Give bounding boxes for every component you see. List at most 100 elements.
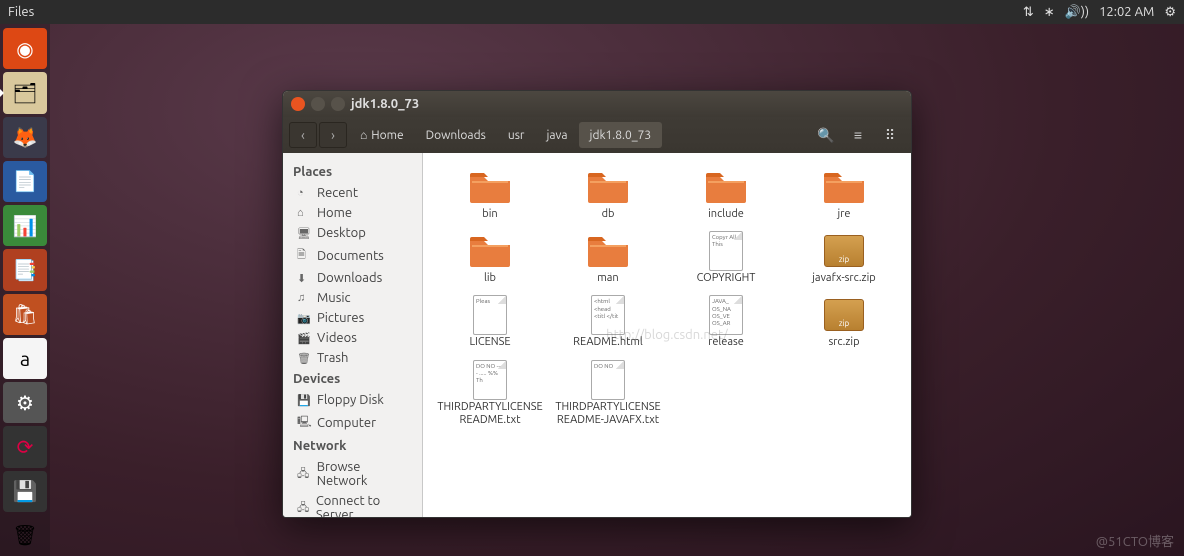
breadcrumb-jdk1.8.0_73[interactable]: jdk1.8.0_73 [579, 122, 663, 148]
browse-network-icon: 🖧 [297, 465, 311, 484]
sidebar-head-network: Network [283, 435, 422, 457]
watermark: @51CTO博客 [1096, 531, 1174, 550]
breadcrumb-usr[interactable]: usr [497, 122, 536, 148]
file-label: THIRDPARTYLICENSEREADME.txt [435, 401, 545, 427]
music-icon: ♫ [297, 292, 311, 304]
window-title: jdk1.8.0_73 [351, 97, 419, 111]
launcher-software-updater[interactable]: ⟳ [3, 426, 47, 467]
sidebar: Places◔Recent⌂Home🖥Desktop🗎Documents⬇Dow… [283, 153, 423, 517]
sidebar-item-browse-network[interactable]: 🖧 Browse Network [283, 457, 422, 491]
launcher-software-center[interactable]: 🛍 [3, 294, 47, 335]
file-label: jre [838, 208, 851, 221]
file-item-lib[interactable]: lib [431, 229, 549, 289]
sidebar-item-connect-to-server[interactable]: 🖧 Connect to Server [283, 491, 422, 517]
icon-view-button[interactable]: ⠿ [875, 122, 905, 148]
sidebar-item-label: Connect to Server [316, 494, 412, 517]
file-label: README.html [573, 336, 643, 349]
file-item-include[interactable]: include [667, 165, 785, 225]
breadcrumb-label: Home [371, 129, 403, 142]
text-icon: Copyr All r This [704, 233, 748, 269]
breadcrumb-label: jdk1.8.0_73 [590, 129, 652, 142]
sidebar-item-label: Documents [317, 249, 384, 263]
folder-icon [468, 233, 512, 269]
text-icon: JAVA_ OS_NA OS_VE OS_AR [704, 297, 748, 333]
sidebar-item-pictures[interactable]: 📷Pictures [283, 308, 422, 328]
bluetooth-indicator[interactable]: ∗ [1044, 5, 1055, 20]
launcher-files-app[interactable]: 🗂 [3, 72, 47, 113]
sidebar-item-recent[interactable]: ◔Recent [283, 183, 422, 203]
file-item-man[interactable]: man [549, 229, 667, 289]
launcher-amazon[interactable]: a [3, 338, 47, 379]
documents-icon: 🗎 [297, 246, 311, 265]
sidebar-item-label: Recent [317, 186, 358, 200]
folder-icon [468, 169, 512, 205]
sidebar-item-label: Floppy Disk [317, 393, 384, 407]
launcher-settings[interactable]: ⚙ [3, 382, 47, 423]
breadcrumb-label: Downloads [426, 129, 486, 142]
breadcrumb-home[interactable]: ⌂ Home [349, 122, 415, 148]
sidebar-item-music[interactable]: ♫ Music [283, 288, 422, 308]
sidebar-item-downloads[interactable]: ⬇Downloads [283, 268, 422, 288]
videos-icon: 🎬 [297, 332, 311, 345]
search-button[interactable]: 🔍 [811, 122, 841, 148]
file-item-release[interactable]: JAVA_ OS_NA OS_VE OS_ARrelease [667, 293, 785, 353]
file-item-thirdpartylicensereadme-txt[interactable]: DO NO ----- ..... %% ThTHIRDPARTYLICENSE… [431, 358, 549, 431]
file-item-thirdpartylicensereadme-javafx-txt[interactable]: DO NOTHIRDPARTYLICENSEREADME-JAVAFX.txt [549, 358, 667, 431]
file-item-readme-html[interactable]: <html <head <titl </tit README.html [549, 293, 667, 353]
launcher-calc[interactable]: 📊 [3, 205, 47, 246]
file-label: db [602, 208, 615, 221]
file-item-db[interactable]: db [549, 165, 667, 225]
system-gear-icon[interactable]: ⚙ [1164, 5, 1176, 20]
launcher-firefox[interactable]: 🦊 [3, 117, 47, 158]
sidebar-item-videos[interactable]: 🎬 Videos [283, 328, 422, 348]
text-icon: <html <head <titl </tit [586, 297, 630, 333]
back-button[interactable]: ‹ [289, 122, 317, 148]
file-label: THIRDPARTYLICENSEREADME-JAVAFX.txt [553, 401, 663, 427]
sidebar-item-trash[interactable]: 🗑Trash [283, 348, 422, 368]
file-item-src-zip[interactable]: zipsrc.zip [785, 293, 903, 353]
file-item-jre[interactable]: jre [785, 165, 903, 225]
folder-icon [822, 169, 866, 205]
sidebar-item-floppy-disk[interactable]: 💾Floppy Disk [283, 390, 422, 410]
network-indicator[interactable]: ⇅ [1023, 5, 1034, 20]
sidebar-item-documents[interactable]: 🗎 Documents [283, 243, 422, 268]
titlebar[interactable]: jdk1.8.0_73 [283, 91, 911, 117]
sidebar-item-home[interactable]: ⌂Home [283, 203, 422, 223]
nautilus-window: jdk1.8.0_73 ‹ › ⌂HomeDownloadsusrjavajdk… [282, 90, 912, 518]
forward-button[interactable]: › [319, 122, 347, 148]
window-maximize-button[interactable] [331, 97, 345, 111]
file-label: src.zip [828, 336, 859, 349]
sidebar-item-computer[interactable]: 🖳Computer [283, 410, 422, 435]
connect-to-server-icon: 🖧 [297, 499, 310, 518]
breadcrumb-java[interactable]: java [535, 122, 578, 148]
breadcrumb-downloads[interactable]: Downloads [415, 122, 497, 148]
active-app-label: Files [8, 5, 34, 19]
sidebar-item-label: Music [317, 291, 351, 305]
window-close-button[interactable] [291, 97, 305, 111]
launcher-writer[interactable]: 📄 [3, 161, 47, 202]
home-icon: ⌂ [360, 128, 367, 142]
toolbar: ‹ › ⌂ Home Downloads usrjava jdk1.8.0_73 🔍 ≡… [283, 117, 911, 153]
desktop-icon: 🖥 [297, 227, 311, 240]
launcher-impress[interactable]: 📑 [3, 249, 47, 290]
launcher-ubuntu-dash[interactable]: ◉ [3, 28, 47, 69]
file-grid[interactable]: bin db include jre lib man Copyr All r ThisCOP… [423, 153, 911, 517]
sidebar-item-desktop[interactable]: 🖥Desktop [283, 223, 422, 243]
sound-indicator[interactable]: 🔊)) [1065, 5, 1089, 20]
clock[interactable]: 12:02 AM [1099, 5, 1154, 19]
launcher-trash[interactable]: 🗑 [3, 515, 47, 556]
sidebar-item-label: Videos [317, 331, 357, 345]
file-item-javafx-src-zip[interactable]: zipjavafx-src.zip [785, 229, 903, 289]
window-minimize-button[interactable] [311, 97, 325, 111]
file-label: bin [482, 208, 497, 221]
unity-launcher: ◉🗂🦊📄📊📑🛍a⚙⟳💾🗑 [0, 24, 50, 556]
top-menubar: Files ⇅ ∗ 🔊)) 12:02 AM ⚙ [0, 0, 1184, 24]
file-label: man [597, 272, 618, 285]
sidebar-item-label: Downloads [317, 271, 382, 285]
list-view-button[interactable]: ≡ [843, 122, 873, 148]
sidebar-item-label: Browse Network [317, 460, 412, 488]
launcher-disk[interactable]: 💾 [3, 471, 47, 512]
file-item-license[interactable]: PleasLICENSE [431, 293, 549, 353]
file-item-copyright[interactable]: Copyr All r ThisCOPYRIGHT [667, 229, 785, 289]
file-item-bin[interactable]: bin [431, 165, 549, 225]
